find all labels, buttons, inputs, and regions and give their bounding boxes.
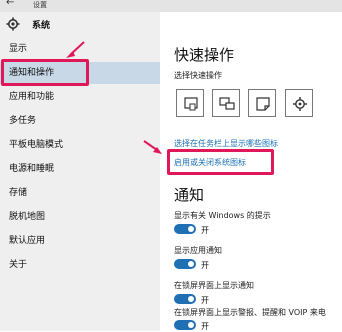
quick-action-tile-connect[interactable] [212, 89, 240, 117]
notifications-title: 通知 [174, 186, 205, 204]
toggle-state-app-notifications: 开 [201, 261, 209, 270]
sidebar-item-apps[interactable]: 应用和功能 [0, 86, 160, 108]
sidebar-item-offline-maps[interactable]: 脱机地图 [0, 206, 160, 228]
quick-action-tile-settings[interactable] [285, 89, 313, 117]
toggle-windows-tips[interactable] [174, 224, 196, 234]
setting-label-app-notifications: 显示应用通知 [174, 246, 222, 255]
quick-actions-title: 快速操作 [174, 46, 235, 64]
setting-label-lockscreen-notifications: 在锁屏界面上显示通知 [174, 281, 254, 290]
sidebar-item-default-apps[interactable]: 默认应用 [0, 230, 160, 252]
highlight-box-notifications [1, 59, 89, 86]
toggle-state-windows-tips: 开 [201, 226, 209, 235]
toggle-lockscreen-alarms[interactable] [174, 320, 196, 330]
quick-action-tile-note[interactable] [248, 89, 276, 117]
highlight-box-system-icons [167, 149, 274, 175]
sidebar-header-label: 系统 [32, 21, 51, 31]
note-icon [256, 97, 270, 111]
sidebar-header: 系统 [0, 12, 160, 38]
title-bar: ← 设置 [0, 0, 342, 12]
toggle-lockscreen-notifications[interactable] [174, 294, 196, 304]
gear-icon [6, 17, 20, 31]
annotation-arrow-icon [66, 41, 85, 58]
sidebar-item-multitasking[interactable]: 多任务 [0, 110, 160, 132]
settings-icon [293, 97, 307, 111]
tablet-mode-icon [184, 97, 198, 111]
back-arrow-icon[interactable]: ← [6, 0, 14, 8]
quick-actions-subtitle: 选择快速操作 [174, 71, 222, 80]
taskbar-icons-link[interactable]: 选择在任务栏上显示哪些图标 [174, 138, 278, 149]
window-title: 设置 [33, 1, 47, 9]
sidebar-item-storage[interactable]: 存储 [0, 182, 160, 204]
connect-display-icon [219, 97, 235, 110]
setting-label-lockscreen-alarms: 在锁屏界面上显示警报、提醒和 VOIP 来电 [174, 308, 326, 317]
sidebar-item-about[interactable]: 关于 [0, 254, 160, 276]
toggle-state-lockscreen-notifications: 开 [201, 296, 209, 305]
quick-action-tile-tablet[interactable] [176, 89, 204, 117]
toggle-app-notifications[interactable] [174, 259, 196, 269]
toggle-state-lockscreen-alarms: 开 [201, 322, 209, 331]
sidebar-item-power[interactable]: 电源和睡眠 [0, 158, 160, 180]
sidebar-item-tablet-mode[interactable]: 平板电脑模式 [0, 134, 160, 156]
setting-label-windows-tips: 显示有关 Windows 的提示 [174, 211, 271, 220]
annotation-arrow-icon [143, 140, 162, 154]
